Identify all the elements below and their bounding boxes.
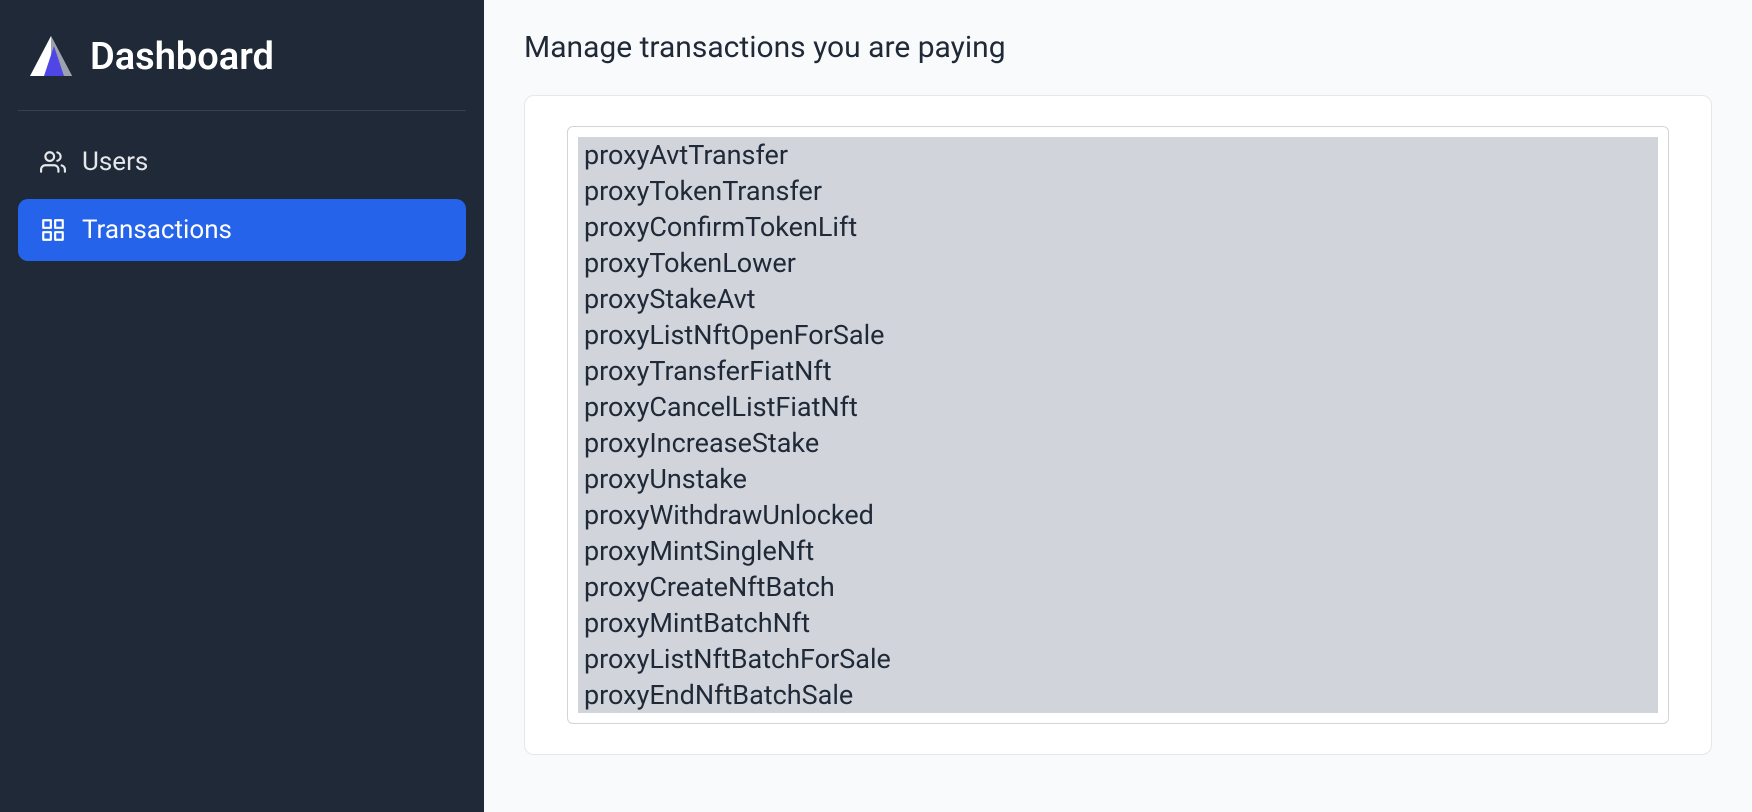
transaction-option[interactable]: proxyAvtTransfer [578, 137, 1658, 173]
sidebar-item-label: Transactions [82, 215, 232, 245]
brand-title: Dashboard [90, 35, 274, 79]
transaction-option[interactable]: proxyListNftBatchForSale [578, 641, 1658, 677]
transaction-option[interactable]: proxyStakeAvt [578, 281, 1658, 317]
users-icon [40, 149, 66, 175]
transaction-option[interactable]: proxyTokenTransfer [578, 173, 1658, 209]
brand: Dashboard [18, 24, 466, 111]
grid-icon [40, 217, 66, 243]
transaction-option[interactable]: proxyListNftOpenForSale [578, 317, 1658, 353]
transaction-option[interactable]: proxyCreateNftBatch [578, 569, 1658, 605]
transaction-option[interactable]: proxyTokenLower [578, 245, 1658, 281]
sidebar-item-users[interactable]: Users [18, 131, 466, 193]
transaction-option[interactable]: proxyTransferFiatNft [578, 353, 1658, 389]
transaction-option[interactable]: proxyIncreaseStake [578, 425, 1658, 461]
transactions-listbox[interactable]: proxyAvtTransfer proxyTokenTransfer prox… [567, 126, 1669, 724]
sidebar: Dashboard Users Transactions [0, 0, 484, 812]
sidebar-item-label: Users [82, 147, 148, 177]
transaction-option[interactable]: proxyEndNftBatchSale [578, 677, 1658, 713]
transaction-option[interactable]: proxyMintSingleNft [578, 533, 1658, 569]
page-title: Manage transactions you are paying [524, 30, 1712, 65]
main-content: Manage transactions you are paying proxy… [484, 0, 1752, 812]
transaction-option[interactable]: proxyConfirmTokenLift [578, 209, 1658, 245]
transaction-option[interactable]: proxyWithdrawUnlocked [578, 497, 1658, 533]
transaction-option[interactable]: proxyMintBatchNft [578, 605, 1658, 641]
transaction-option[interactable]: proxyUnstake [578, 461, 1658, 497]
brand-logo-icon [26, 32, 76, 82]
sidebar-item-transactions[interactable]: Transactions [18, 199, 466, 261]
transactions-card: proxyAvtTransfer proxyTokenTransfer prox… [524, 95, 1712, 755]
transaction-option[interactable]: proxyCancelListFiatNft [578, 389, 1658, 425]
